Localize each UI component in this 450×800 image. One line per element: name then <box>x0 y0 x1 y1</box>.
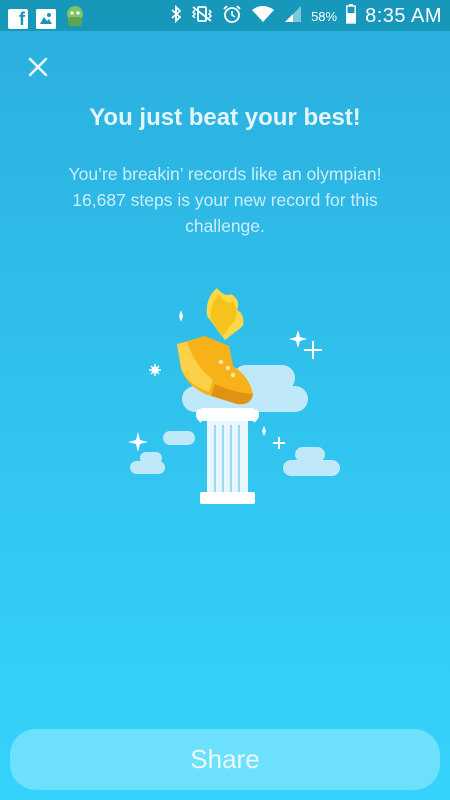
status-system: 58% 8:35 AM <box>170 4 442 29</box>
pillar-icon <box>195 408 260 504</box>
image-icon <box>36 8 56 29</box>
message-line: 16,687 steps is your new record for this <box>72 190 378 210</box>
clock: 8:35 AM <box>365 5 442 27</box>
dialog-title: You just beat your best! <box>89 104 361 131</box>
dialog-message: You’re breakin’ records like an olympian… <box>25 161 425 239</box>
winged-shoe-icon <box>177 288 253 405</box>
facebook-icon: f <box>8 8 28 29</box>
battery-icon <box>346 4 357 29</box>
bluetooth-icon <box>170 4 182 28</box>
share-button[interactable]: Share <box>10 729 440 790</box>
android-app-icon <box>64 5 86 32</box>
alarm-icon <box>222 4 242 29</box>
status-bar: f 58% 8:35 AM <box>0 0 450 31</box>
message-line: You’re breakin’ records like an olympian… <box>68 164 382 184</box>
close-button[interactable] <box>26 55 50 79</box>
battery-percent: 58% <box>311 9 338 24</box>
winged-shoe-illustration <box>128 288 340 504</box>
close-icon <box>28 57 48 77</box>
status-notifications: f <box>8 5 86 32</box>
wifi-icon <box>251 5 275 28</box>
vibrate-icon <box>191 5 213 28</box>
signal-icon <box>284 5 302 28</box>
message-line: challenge. <box>185 216 265 236</box>
